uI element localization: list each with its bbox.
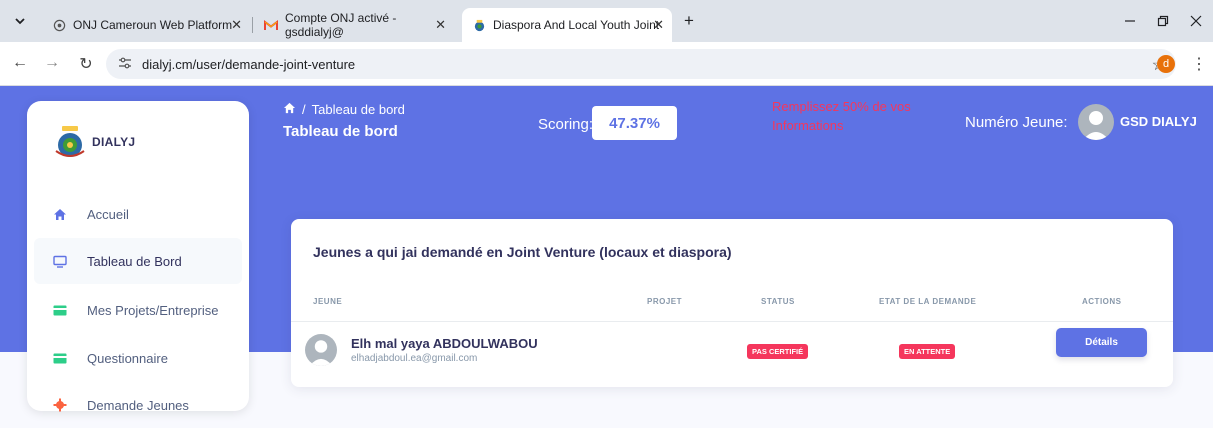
dialyj-favicon-icon	[472, 18, 486, 32]
globe-icon	[52, 18, 66, 32]
sidebar-item-label: Accueil	[87, 206, 129, 222]
card-icon	[53, 303, 67, 317]
card-title: Jeunes a qui jai demandé en Joint Ventur…	[313, 244, 732, 260]
sidebar-item-label: Tableau de Bord	[87, 253, 182, 269]
window-close-icon[interactable]	[1186, 10, 1206, 32]
tab-onj-cameroun[interactable]: ONJ Cameroun Web Platform ✕	[42, 8, 250, 42]
sidebar-item-questionnaire[interactable]: Questionnaire	[34, 335, 242, 381]
tab-gmail[interactable]: Compte ONJ activé - gsddialyj@ ✕	[254, 8, 454, 42]
jeune-email: elhadjabdoul.ea@gmail.com	[351, 353, 478, 364]
home-icon[interactable]	[283, 102, 296, 117]
breadcrumb-current[interactable]: Tableau de bord	[312, 102, 405, 117]
sidebar-item-label: Mes Projets/Entreprise	[87, 302, 219, 318]
numero-jeune-label: Numéro Jeune:	[965, 114, 1068, 131]
tab-title: ONJ Cameroun Web Platform	[73, 18, 233, 32]
column-header-projet: PROJET	[647, 297, 683, 306]
card-icon	[53, 351, 67, 365]
address-bar: ← → ↻ dialyj.cm/user/demande-joint-ventu…	[0, 42, 1213, 86]
profile-avatar[interactable]: d	[1157, 55, 1175, 73]
sidebar-item-label: Demande Jeunes	[87, 397, 189, 413]
forward-arrow-icon[interactable]: →	[42, 54, 62, 72]
home-icon	[53, 207, 67, 221]
details-button[interactable]: Détails	[1056, 328, 1147, 357]
back-arrow-icon[interactable]: ←	[10, 54, 30, 72]
url-input[interactable]: dialyj.cm/user/demande-joint-venture ☆	[106, 49, 1176, 79]
close-icon[interactable]: ✕	[653, 17, 664, 33]
avatar	[305, 334, 337, 366]
jeune-name: Elh mal yaya ABDOULWABOU	[351, 336, 538, 351]
tab-separator	[252, 17, 253, 33]
sidebar-item-mes-projets[interactable]: Mes Projets/Entreprise	[34, 287, 242, 333]
scoring-value: 47.37%	[592, 106, 677, 140]
breadcrumb-separator: /	[302, 102, 306, 117]
close-icon[interactable]: ✕	[231, 17, 242, 33]
brand-name: DIALYJ	[92, 135, 136, 149]
column-header-etat: ETAT DE LA DEMANDE	[879, 297, 977, 306]
sidebar-item-accueil[interactable]: Accueil	[34, 191, 242, 237]
joint-venture-card: Jeunes a qui jai demandé en Joint Ventur…	[291, 219, 1173, 387]
reload-icon[interactable]: ↻	[76, 54, 96, 74]
monitor-icon	[53, 254, 67, 268]
close-icon[interactable]: ✕	[435, 17, 446, 33]
profile-completion-warning: Remplissez 50% de vos Informations	[772, 99, 911, 133]
sidebar-item-demande-jeunes[interactable]: Demande Jeunes	[34, 382, 242, 428]
site-settings-icon[interactable]	[118, 57, 132, 72]
column-header-status: STATUS	[761, 297, 795, 306]
tab-dialyj-active[interactable]: Diaspora And Local Youth Joint ✕	[462, 8, 672, 42]
scoring-label: Scoring:	[538, 116, 594, 133]
gmail-icon	[264, 18, 278, 32]
sidebar-item-label: Questionnaire	[87, 350, 168, 366]
settings-icon	[53, 398, 67, 412]
new-tab-button[interactable]: +	[680, 10, 698, 32]
page-title: Tableau de bord	[283, 123, 398, 140]
user-name[interactable]: GSD DIALYJ	[1120, 114, 1197, 129]
column-header-actions: ACTIONS	[1082, 297, 1122, 306]
sidebar-item-tableau-de-bord[interactable]: Tableau de Bord	[34, 238, 242, 284]
url-text: dialyj.cm/user/demande-joint-venture	[142, 56, 356, 72]
minimize-icon[interactable]	[1120, 10, 1140, 32]
tab-title: Diaspora And Local Youth Joint	[493, 18, 660, 32]
table-divider	[291, 321, 1173, 322]
etat-badge: EN ATTENTE	[899, 344, 956, 359]
browser-menu-icon[interactable]: ⋮	[1191, 54, 1207, 74]
sidebar: DIALYJ Accueil Tableau de Bord Mes Proje…	[27, 101, 249, 413]
browser-tab-bar: ONJ Cameroun Web Platform ✕ Compte ONJ a…	[0, 0, 1213, 42]
restore-icon[interactable]	[1153, 10, 1173, 32]
avatar[interactable]	[1078, 104, 1114, 140]
dialyj-emblem-icon	[52, 125, 88, 159]
page: DIALYJ Accueil Tableau de Bord Mes Proje…	[0, 86, 1213, 413]
column-header-jeune: JEUNE	[313, 297, 343, 306]
brand-logo[interactable]: DIALYJ	[52, 125, 135, 159]
breadcrumb: / Tableau de bord	[283, 102, 405, 117]
status-badge: PAS CERTIFIÉ	[747, 344, 809, 359]
tab-title: Compte ONJ activé - gsddialyj@	[285, 11, 397, 39]
tab-search-chevron-icon[interactable]	[10, 10, 30, 32]
